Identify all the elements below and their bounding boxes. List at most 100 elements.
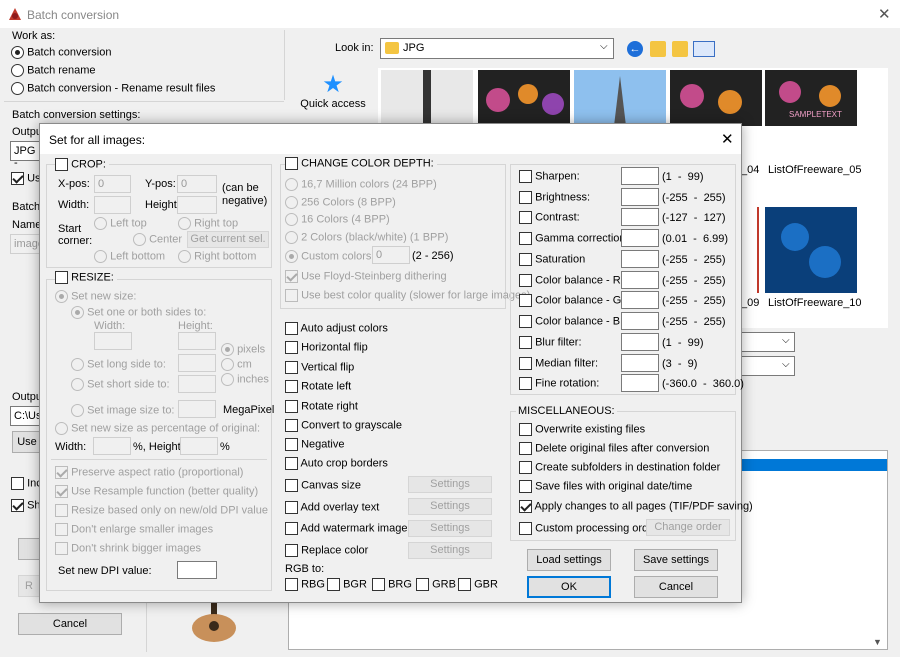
ops-autocrop-check[interactable]: Auto crop borders [285, 457, 388, 470]
depth-o2-radio[interactable]: 256 Colors (8 BPP) [285, 196, 396, 209]
resize-short-radio[interactable]: Set short side to: [71, 378, 170, 391]
adjust-fine-input[interactable] [621, 374, 659, 392]
crop-ypos-input[interactable]: 0 [177, 175, 217, 193]
adjust-cbb-input[interactable] [621, 312, 659, 330]
ok-button[interactable]: OK [527, 576, 611, 598]
depth-checkbox[interactable]: CHANGE COLOR DEPTH: [285, 157, 437, 170]
rgb-gbr-check[interactable]: GBR [458, 578, 498, 591]
misc-apply-all-check[interactable]: Apply changes to all pages (TIF/PDF savi… [519, 500, 753, 513]
adjust-blur-input[interactable] [621, 333, 659, 351]
adjust-cbg-check[interactable]: Color balance - G: [519, 294, 624, 307]
bg-cancel-button[interactable]: Cancel [18, 613, 122, 635]
overlay-settings-button[interactable]: Settings [408, 498, 492, 515]
adjust-cbr-check[interactable]: Color balance - R: [519, 274, 624, 287]
depth-o5-radio[interactable]: Custom colors: [285, 250, 374, 263]
view-menu-icon[interactable] [693, 41, 715, 57]
load-settings-button[interactable]: Load settings [527, 549, 611, 571]
depth-o3-radio[interactable]: 16 Colors (4 BPP) [285, 213, 390, 226]
crop-righttop-radio[interactable]: Right top [178, 217, 238, 230]
canvas-settings-button[interactable]: Settings [408, 476, 492, 493]
resize-percent-radio[interactable]: Set new size as percentage of original: [55, 422, 260, 435]
rgb-bgr-check[interactable]: BGR [327, 578, 367, 591]
adjust-gamma-input[interactable] [621, 229, 659, 247]
adjust-contrast-input[interactable] [621, 208, 659, 226]
crop-center-radio[interactable]: Center [133, 233, 182, 246]
quick-access-item[interactable]: ★ Quick access [297, 72, 369, 118]
bg-use-button[interactable]: Use [12, 431, 42, 453]
adjust-cbb-check[interactable]: Color balance - B: [519, 315, 623, 328]
resize-inches-radio[interactable]: inches [221, 373, 269, 386]
adjust-saturation-check[interactable]: Saturation [519, 253, 585, 266]
ops-rleft-check[interactable]: Rotate left [285, 380, 351, 393]
ops-gray-check[interactable]: Convert to grayscale [285, 419, 402, 432]
adjust-blur-check[interactable]: Blur filter: [519, 336, 582, 349]
resize-checkbox[interactable]: RESIZE: [55, 271, 117, 284]
misc-savedate-check[interactable]: Save files with original date/time [519, 480, 692, 493]
thumbnail[interactable] [765, 207, 857, 293]
crop-height-input[interactable] [177, 196, 217, 214]
crop-getsel-button[interactable]: Get current sel. [187, 231, 269, 248]
ops-overlay-check[interactable]: Add overlay text [285, 501, 379, 514]
floyd-check[interactable]: Use Floyd-Steinberg dithering [285, 270, 447, 283]
new-folder-icon[interactable] [672, 41, 688, 57]
resize-height-input[interactable] [178, 332, 216, 350]
watermark-settings-button[interactable]: Settings [408, 520, 492, 537]
thumbnail[interactable] [741, 207, 759, 293]
resize-cm-radio[interactable]: cm [221, 358, 252, 371]
resize-setone-radio[interactable]: Set one or both sides to: [71, 306, 206, 319]
crop-lefttop-radio[interactable]: Left top [94, 217, 147, 230]
misc-overwrite-check[interactable]: Overwrite existing files [519, 423, 645, 436]
adjust-fine-check[interactable]: Fine rotation: [519, 377, 599, 390]
dont-shrink-check[interactable]: Don't shrink bigger images [55, 542, 201, 555]
depth-custom-input[interactable]: 0 [372, 246, 410, 264]
bg-combo-2[interactable]: ⌵ [741, 356, 795, 376]
adjust-median-input[interactable] [621, 354, 659, 372]
ops-auto-adjust-check[interactable]: Auto adjust colors [285, 322, 388, 335]
misc-subfolders-check[interactable]: Create subfolders in destination folder [519, 461, 720, 474]
crop-width-input[interactable] [94, 196, 131, 214]
misc-delete-check[interactable]: Delete original files after conversion [519, 442, 709, 455]
back-icon[interactable]: ← [627, 41, 643, 57]
resample-check[interactable]: Use Resample function (better quality) [55, 485, 258, 498]
resize-setnew-radio[interactable]: Set new size: [55, 290, 136, 303]
adjust-brightness-input[interactable] [621, 188, 659, 206]
bg-output-path[interactable]: C:\Use [10, 406, 48, 426]
resize-pixels-radio[interactable]: pixels [221, 343, 265, 356]
workas-opt1[interactable]: Batch conversion [11, 46, 111, 59]
preserve-aspect-check[interactable]: Preserve aspect ratio (proportional) [55, 466, 243, 479]
selected-row[interactable] [737, 459, 887, 471]
adjust-sharpen-check[interactable]: Sharpen: [519, 170, 580, 183]
dpi-only-check[interactable]: Resize based only on new/old DPI value [55, 504, 268, 517]
workas-opt3[interactable]: Batch conversion - Rename result files [11, 82, 215, 95]
change-order-button[interactable]: Change order [646, 519, 730, 536]
resize-pwidth-input[interactable] [93, 437, 131, 455]
thumbnail[interactable] [381, 70, 473, 126]
depth-o4-radio[interactable]: 2 Colors (black/white) (1 BPP) [285, 231, 448, 244]
adjust-cbg-input[interactable] [621, 291, 659, 309]
bg-format-select[interactable]: JPG - [10, 141, 40, 169]
dialog-close-icon[interactable]: ✕ [721, 130, 734, 148]
adjust-cbr-input[interactable] [621, 271, 659, 289]
ops-canvas-check[interactable]: Canvas size [285, 479, 361, 492]
resize-long-input[interactable] [178, 354, 216, 372]
window-close-icon[interactable]: ✕ [878, 5, 891, 23]
rgb-rbg-check[interactable]: RBG [285, 578, 325, 591]
resize-imgsize-input[interactable] [178, 400, 216, 418]
adjust-contrast-check[interactable]: Contrast: [519, 211, 580, 224]
adjust-sharpen-input[interactable] [621, 167, 659, 185]
cancel-button[interactable]: Cancel [634, 576, 718, 598]
crop-leftbottom-radio[interactable]: Left bottom [94, 250, 165, 263]
dont-enlarge-check[interactable]: Don't enlarge smaller images [55, 523, 213, 536]
crop-rightbottom-radio[interactable]: Right bottom [178, 250, 256, 263]
ops-replace-check[interactable]: Replace color [285, 544, 368, 557]
thumbnail[interactable] [670, 70, 762, 126]
resize-imgsize-radio[interactable]: Set image size to: [71, 404, 175, 417]
save-settings-button[interactable]: Save settings [634, 549, 718, 571]
lookin-select[interactable]: JPG ⌵ [380, 38, 614, 59]
resize-long-radio[interactable]: Set long side to: [71, 358, 166, 371]
scroll-down-icon[interactable]: ▼ [873, 637, 882, 647]
ops-negative-check[interactable]: Negative [285, 438, 344, 451]
adjust-gamma-check[interactable]: Gamma correction: [519, 232, 629, 245]
rgb-brg-check[interactable]: BRG [372, 578, 412, 591]
bg-blank-button[interactable] [18, 538, 40, 560]
